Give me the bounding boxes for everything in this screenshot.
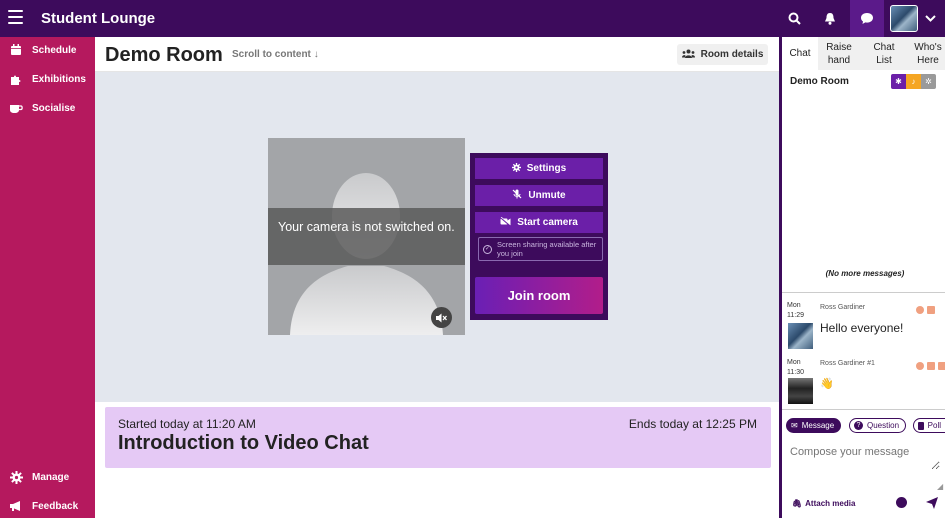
session-start-time: Started today at 11:20 AM [118, 417, 256, 431]
room-details-button[interactable]: Room details [677, 44, 768, 65]
nav-label: Feedback [32, 500, 79, 512]
nav-label: Manage [32, 471, 70, 483]
nav-label: Exhibitions [32, 73, 86, 85]
emoji-react-icon[interactable] [916, 362, 924, 370]
page-title: Demo Room [105, 44, 223, 66]
question-icon: ? [854, 421, 863, 430]
nav-label: Schedule [32, 44, 77, 56]
message-author: Ross Gardiner #1 [820, 360, 875, 367]
left-navigation: Schedule Exhibitions Socialise Manage Fe… [0, 37, 95, 518]
message-actions [916, 362, 945, 370]
nav-item-exhibitions[interactable]: Exhibitions [0, 68, 95, 90]
top-bar: Student Lounge [0, 0, 945, 37]
megaphone-icon [9, 499, 23, 513]
divider [782, 409, 945, 410]
nav-item-socialise[interactable]: Socialise [0, 97, 95, 119]
session-end-time: Ends today at 12:25 PM [628, 417, 757, 431]
trash-icon[interactable] [927, 306, 935, 314]
join-controls-panel: Settings Unmute Start camera ✓ Screen sh… [470, 153, 608, 320]
start-camera-button[interactable]: Start camera [475, 212, 603, 233]
room-header: Demo Room Scroll to content ↓ Room detai… [95, 37, 779, 72]
pin-icon[interactable]: ✱ [891, 74, 906, 89]
message-text: Hello everyone! [820, 321, 904, 335]
gear-icon [511, 162, 521, 175]
message-actions [916, 306, 935, 314]
compose-type-message[interactable]: ✉ Message [786, 418, 842, 433]
arrow-down-icon: ↓ [313, 49, 319, 60]
room-badges: ✱ ♪ ✲ [891, 74, 936, 89]
users-icon [681, 49, 695, 61]
camera-preview: Your camera is not switched on. [268, 138, 465, 335]
paperclip-icon: 🖇 [792, 499, 803, 508]
app-title: Student Lounge [41, 10, 156, 27]
check-circle-icon: ✓ [483, 245, 492, 254]
chevron-down-icon[interactable] [917, 0, 943, 37]
puzzle-icon [9, 72, 23, 86]
chat-bubble-icon[interactable] [850, 0, 884, 37]
nav-item-schedule[interactable]: Schedule [0, 39, 95, 61]
emoji-picker-icon[interactable] [896, 497, 907, 508]
screen-sharing-note: ✓ Screen sharing available after you joi… [478, 237, 603, 261]
resize-handle-icon[interactable]: ◢ [937, 482, 943, 491]
trash-icon[interactable] [927, 362, 935, 370]
bell-icon[interactable] [813, 0, 847, 37]
camera-off-icon [500, 216, 511, 229]
gear-icon [9, 470, 23, 484]
tab-raise-hand[interactable]: Raise hand [818, 37, 860, 70]
attach-media-button[interactable]: 🖇 Attach media [792, 499, 855, 508]
no-more-messages: (No more messages) [825, 269, 905, 278]
message-time: Mon 11:29 [787, 302, 804, 319]
camera-off-message: Your camera is not switched on. [268, 208, 465, 265]
tab-chat-list[interactable]: Chat List [864, 37, 904, 70]
compose-message-input[interactable] [790, 446, 940, 470]
tab-chat[interactable]: Chat [782, 37, 818, 70]
nav-label: Socialise [32, 102, 76, 114]
send-icon[interactable] [926, 496, 938, 514]
scroll-to-content-link[interactable]: Scroll to content ↓ [232, 49, 319, 60]
session-title: Introduction to Video Chat [118, 432, 369, 454]
divider [782, 292, 945, 293]
bell-icon[interactable]: ♪ [906, 74, 921, 89]
compose-type-question[interactable]: ? Question [849, 418, 907, 433]
chat-room-name: Demo Room [790, 76, 849, 87]
session-info: Started today at 11:20 AM Ends today at … [105, 407, 771, 468]
compose-type-poll[interactable]: Poll [913, 418, 945, 433]
emoji-react-icon[interactable] [916, 306, 924, 314]
avatar[interactable] [788, 378, 813, 404]
hamburger-menu-icon[interactable] [8, 10, 23, 24]
settings-button[interactable]: Settings [475, 158, 603, 179]
unmute-button[interactable]: Unmute [475, 185, 603, 206]
message-time: Mon 11:30 [787, 359, 804, 376]
search-icon[interactable] [777, 0, 811, 37]
nav-item-feedback[interactable]: Feedback [0, 495, 95, 517]
microphone-off-icon [512, 189, 522, 202]
poll-icon [918, 421, 924, 430]
coffee-icon [9, 101, 23, 115]
calendar-icon [9, 43, 23, 57]
message-author: Ross Gardiner [820, 304, 866, 311]
nav-item-manage[interactable]: Manage [0, 466, 95, 488]
gear-icon[interactable]: ✲ [921, 74, 936, 89]
flag-icon[interactable] [938, 362, 945, 370]
envelope-icon: ✉ [791, 421, 798, 430]
tab-whos-here[interactable]: Who's Here [908, 37, 945, 70]
join-room-button[interactable]: Join room [475, 277, 603, 314]
user-avatar[interactable] [890, 5, 918, 32]
speaker-muted-icon[interactable] [431, 307, 452, 328]
avatar[interactable] [788, 323, 813, 349]
chat-panel: Chat Raise hand Chat List Who's Here Dem… [779, 37, 945, 518]
message-text: 👋 [820, 378, 834, 390]
